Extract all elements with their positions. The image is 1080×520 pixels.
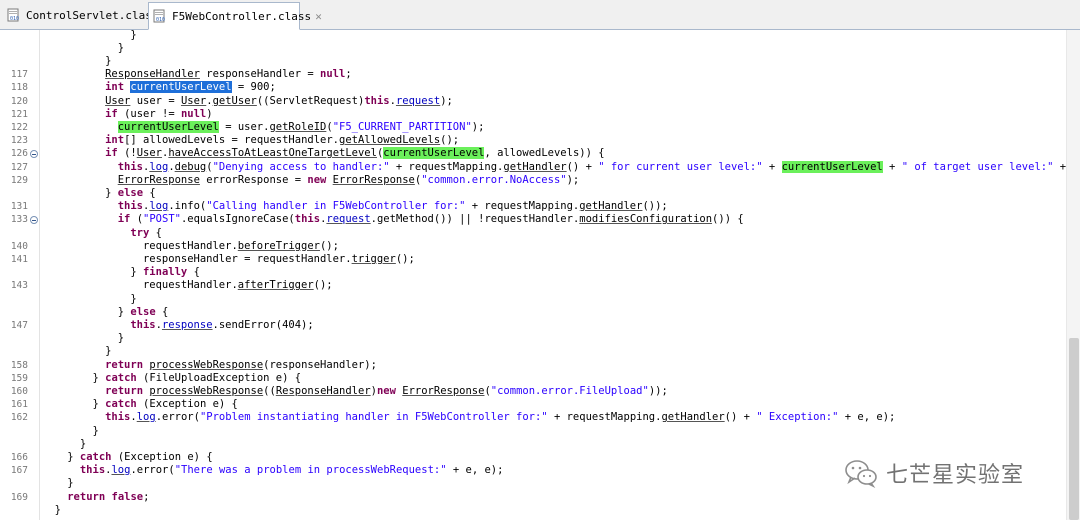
line-number: 121: [10, 108, 28, 120]
tab-f5webcontroller-class[interactable]: 010 F5WebController.class ✕: [148, 2, 322, 30]
code-line[interactable]: }: [92, 425, 98, 438]
tab-label: F5WebController.class: [172, 9, 312, 23]
line-number: 127: [10, 161, 28, 173]
code-line[interactable]: }: [118, 42, 124, 55]
code-line[interactable]: if ("POST".equalsIgnoreCase(this.request…: [118, 213, 744, 226]
code-line[interactable]: }: [130, 30, 136, 42]
code-line[interactable]: } catch (Exception e) {: [67, 451, 212, 464]
code-line[interactable]: this.response.sendError(404);: [130, 319, 313, 332]
line-number: 169: [10, 491, 28, 503]
code-line[interactable]: int currentUserLevel = 900;: [105, 81, 276, 94]
code-line[interactable]: if (!User.haveAccessToAtLeastOneTargetLe…: [105, 147, 605, 160]
code-line[interactable]: User user = User.getUser((ServletRequest…: [105, 95, 453, 108]
code-editor[interactable]: 117 118 120 121 122 123 126 127 129 131 133 140 141 1…: [0, 30, 1066, 520]
code-line[interactable]: } else {: [118, 306, 169, 319]
line-number: 159: [10, 372, 28, 384]
fold-toggle-icon[interactable]: [30, 216, 38, 225]
line-number: 129: [10, 174, 28, 186]
code-line[interactable]: this.log.error("Problem instantiating ha…: [105, 411, 895, 424]
line-number: 131: [10, 201, 28, 213]
line-number: 158: [10, 359, 28, 371]
code-line[interactable]: int[] allowedLevels = requestHandler.get…: [105, 134, 459, 147]
code-line[interactable]: requestHandler.afterTrigger();: [143, 279, 333, 292]
class-file-icon: 010: [7, 8, 19, 22]
svg-text:010: 010: [10, 16, 19, 22]
code-line[interactable]: return processWebResponse((ResponseHandl…: [105, 385, 668, 398]
code-line[interactable]: }: [105, 55, 111, 68]
line-number: 126: [10, 148, 28, 160]
code-line[interactable]: ResponseHandler responseHandler = null;: [105, 68, 352, 81]
code-line[interactable]: } catch (Exception e) {: [92, 398, 237, 411]
code-line[interactable]: } else {: [105, 187, 156, 200]
line-number: 166: [10, 452, 28, 463]
line-number: 123: [10, 135, 28, 147]
code-line[interactable]: this.log.debug("Denying access to handle…: [118, 160, 1066, 174]
line-number: 118: [10, 82, 28, 94]
code-line[interactable]: }: [130, 293, 136, 306]
code-line[interactable]: }: [67, 477, 73, 490]
scrollbar-thumb[interactable]: [1069, 338, 1079, 520]
line-number: 161: [10, 399, 28, 411]
code-line[interactable]: } catch (FileUploadException e) {: [92, 372, 301, 385]
code-area[interactable]: }}} ResponseHandler responseHandler = nul…: [42, 30, 1066, 520]
line-number: 141: [10, 254, 28, 265]
watermark-text: 七芒星实验室: [886, 463, 1025, 488]
code-line[interactable]: return processWebResponse(responseHandle…: [105, 359, 377, 372]
line-number: 140: [10, 240, 28, 252]
code-line[interactable]: return false;: [67, 491, 149, 504]
line-number: 147: [10, 320, 28, 331]
code-line[interactable]: ErrorResponse errorResponse = new ErrorR…: [118, 174, 580, 187]
code-line[interactable]: requestHandler.beforeTrigger();: [143, 240, 339, 253]
code-line[interactable]: this.log.error("There was a problem in p…: [80, 464, 504, 477]
line-number: 160: [10, 386, 28, 397]
code-line[interactable]: responseHandler = requestHandler.trigger…: [143, 253, 415, 266]
line-number: 117: [10, 69, 28, 81]
code-line[interactable]: }: [118, 332, 124, 345]
code-line[interactable]: currentUserLevel = user.getRoleID("F5_CU…: [117, 121, 484, 134]
svg-text:010: 010: [156, 17, 165, 23]
editor-tab-bar: 010 ControlServlet.class ✕ 010 F5WebCont…: [0, 0, 1080, 30]
line-number: 143: [10, 280, 28, 292]
vertical-scrollbar[interactable]: [1066, 30, 1080, 520]
line-number: 133: [10, 214, 28, 226]
code-line[interactable]: }: [80, 438, 86, 451]
close-icon[interactable]: ✕: [314, 11, 323, 22]
watermark: 七芒星实验室: [844, 456, 1024, 490]
line-number-ruler: 117 118 120 121 122 123 126 127 129 131 133 140 141 1…: [0, 30, 40, 520]
class-file-icon: 010: [153, 9, 165, 23]
line-number: 167: [10, 465, 28, 477]
code-line[interactable]: }: [55, 504, 61, 517]
line-number: 162: [10, 412, 28, 424]
code-line[interactable]: this.log.info("Calling handler in F5WebC…: [118, 200, 668, 213]
code-line[interactable]: }: [105, 345, 111, 358]
tab-controlservlet-class[interactable]: 010 ControlServlet.class ✕: [3, 2, 169, 28]
line-number: 120: [10, 95, 28, 107]
fold-toggle-icon[interactable]: [30, 150, 38, 159]
code-line[interactable]: if (user != null): [105, 108, 213, 121]
tab-label: ControlServlet.class: [26, 8, 159, 22]
line-number: 122: [10, 122, 28, 133]
wechat-icon: [845, 460, 877, 488]
code-line[interactable]: } finally {: [130, 266, 200, 279]
code-line[interactable]: try {: [130, 227, 162, 240]
